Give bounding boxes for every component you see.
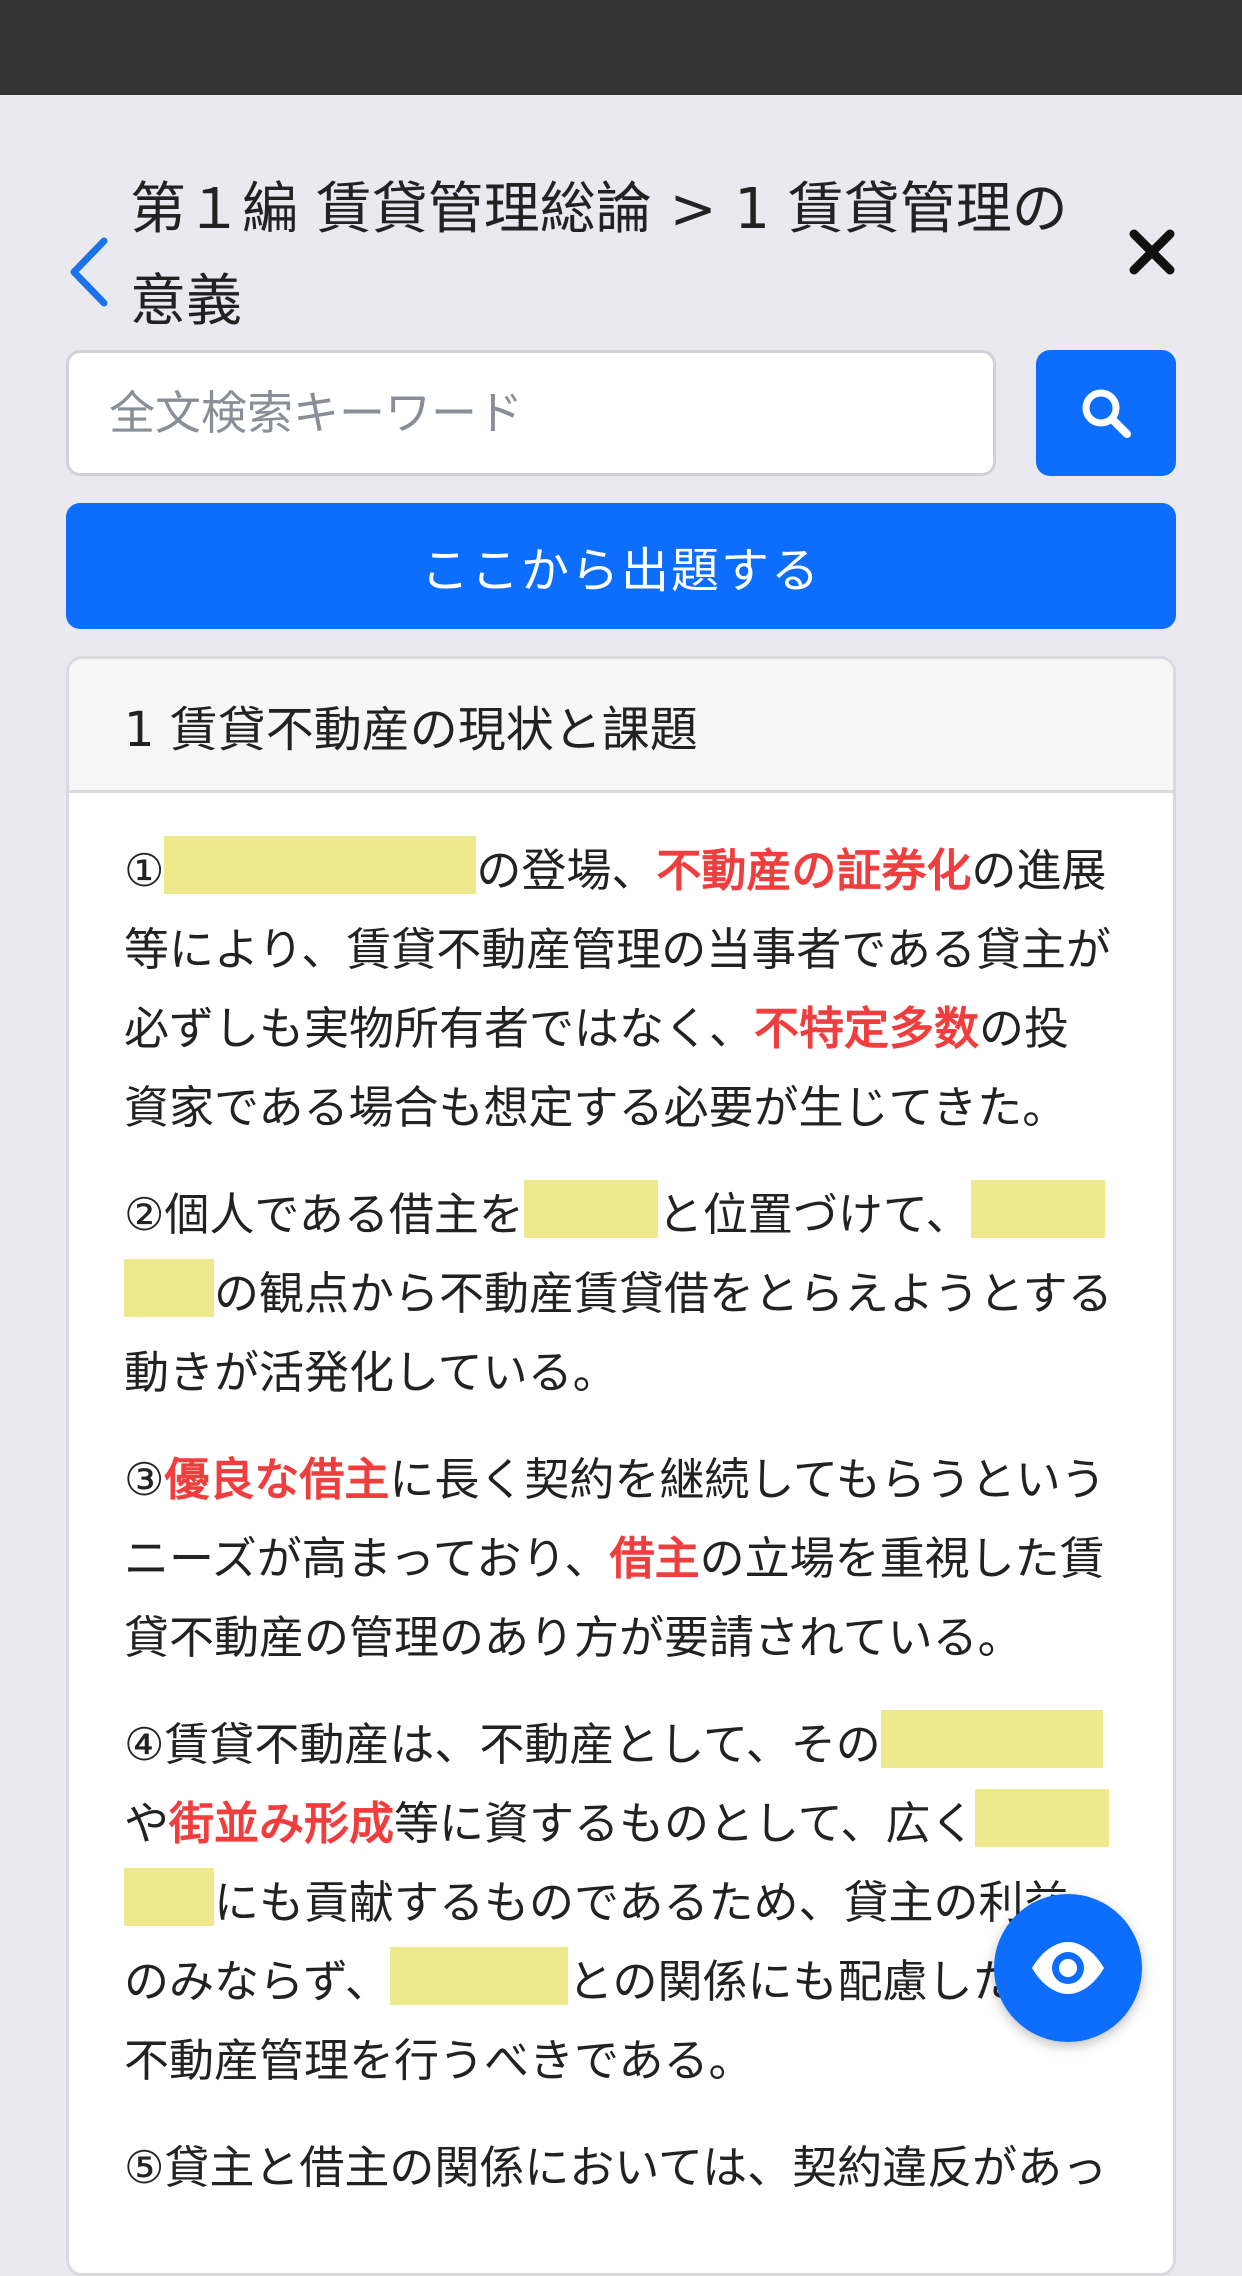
start-quiz-button[interactable]: ここから出題する [66, 503, 1176, 629]
hidden-answer-blank[interactable] [164, 836, 477, 894]
keyword-highlight: 優良な借主 [164, 1453, 390, 1506]
item-text: ④賃貸不動産は、不動産として、その [124, 1718, 881, 1771]
list-item: ④賃貸不動産は、不動産として、そのや街並み形成等に資するものとして、広くにも貢献… [124, 1705, 1113, 2100]
keyword-highlight: 不動産の証券化 [656, 844, 972, 897]
item-text: ③ [124, 1453, 165, 1506]
keyword-highlight: 街並み形成 [169, 1797, 395, 1850]
item-text: 等に資するものとして、広く [394, 1797, 976, 1850]
list-item: ⑤貸主と借主の関係においては、契約違反があっ [124, 2128, 1113, 2207]
list-item: ① の登場、不動産の証券化の進展等により、賃貸不動産管理の当事者である貸主が必ずし… [124, 831, 1113, 1147]
item-text: ⑤貸主と借主の関係においては、契約違反があっ [124, 2141, 1108, 2194]
hidden-answer-blank[interactable] [970, 1180, 1105, 1238]
status-bar [0, 0, 1242, 95]
search-input[interactable] [66, 350, 996, 476]
close-icon [1129, 229, 1175, 275]
item-text: と位置づけて、 [657, 1188, 971, 1241]
item-text: や [124, 1797, 170, 1850]
list-item: ②個人である借主を と位置づけて、の観点から不動産賃貸借をとらえようとする動きが活… [124, 1175, 1113, 1412]
page-title: 第１編 賃貸管理総論 > 1 賃貸管理の意義 [130, 177, 1068, 334]
keyword-highlight: 借主 [609, 1532, 700, 1585]
item-text: ②個人である借主を [124, 1188, 524, 1241]
hidden-answer-blank[interactable] [975, 1789, 1110, 1847]
toggle-answers-button[interactable] [994, 1894, 1142, 2042]
section-title: 1 賃貸不動産の現状と課題 [69, 659, 1173, 793]
hidden-answer-blank[interactable] [523, 1180, 658, 1238]
eye-icon [1032, 1942, 1104, 1994]
item-text: ① [124, 844, 165, 897]
search-button[interactable] [1036, 350, 1176, 476]
hidden-answer-blank[interactable] [124, 1868, 214, 1926]
item-text: の登場、 [476, 844, 657, 897]
chevron-left-icon [70, 237, 108, 307]
list-item: ③優良な借主に長く契約を継続してもらうというニーズが高まっており、借主の立場を重… [124, 1440, 1113, 1677]
item-text: の観点から不動産賃貸借をとらえようとする動きが活発化している。 [124, 1267, 1113, 1399]
keyword-highlight: 不特定多数 [754, 1002, 980, 1055]
close-button[interactable] [1122, 222, 1182, 282]
hidden-answer-blank[interactable] [880, 1710, 1103, 1768]
search-icon [1082, 389, 1131, 438]
content-card: 1 賃貸不動産の現状と課題 ① の登場、不動産の証券化の進展等により、賃貸不動産管… [66, 656, 1176, 2276]
hidden-answer-blank[interactable] [124, 1259, 214, 1317]
back-button[interactable] [58, 222, 118, 322]
hidden-answer-blank[interactable] [389, 1947, 568, 2005]
